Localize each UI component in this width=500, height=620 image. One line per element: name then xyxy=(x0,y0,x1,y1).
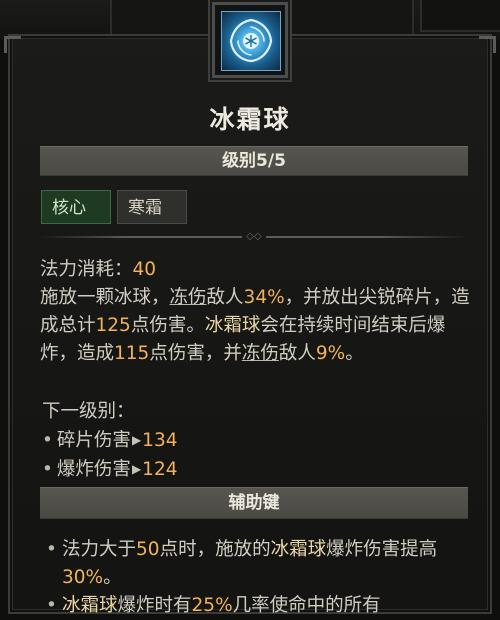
mod-value: 25% xyxy=(191,595,233,616)
desc-value: 125 xyxy=(95,315,131,336)
stat-value: 134 xyxy=(142,430,178,451)
mana-cost-label: 法力消耗： xyxy=(40,259,133,280)
skill-reference: 冰霜球 xyxy=(62,595,118,616)
bullet-icon: • xyxy=(42,459,53,480)
keyword-frostbite[interactable]: 冻伤 xyxy=(170,287,207,308)
skill-reference: 冰霜球 xyxy=(270,539,327,560)
mod-text: 爆炸时有 xyxy=(117,595,192,616)
mod-text: 点时，施放的 xyxy=(159,539,271,560)
stat-name: 爆炸伤害 xyxy=(56,459,131,480)
desc-text: 敌人 xyxy=(206,287,244,308)
skill-title: 冰霜球 xyxy=(209,105,291,134)
tag-frost: 寒霜 xyxy=(117,190,187,224)
desc-text: 点伤害，并 xyxy=(149,343,242,364)
mod-text: 。 xyxy=(103,567,122,588)
background-pane xyxy=(420,0,500,32)
panel-corner-ornament xyxy=(4,36,21,53)
desc-text: 点伤害。 xyxy=(130,315,205,336)
mana-cost-value: 40 xyxy=(132,259,157,280)
desc-value: 34% xyxy=(243,287,285,308)
mod-value: 30% xyxy=(62,567,104,588)
modifier-header-bar: 辅助键 xyxy=(40,487,468,519)
desc-text: 敌人 xyxy=(278,343,316,364)
panel-corner-ornament xyxy=(479,36,496,53)
arrow-right-icon: ▶ xyxy=(131,433,142,447)
tag-core: 核心 xyxy=(41,190,111,224)
stat-name: 碎片伤害 xyxy=(56,430,131,451)
mana-cost: 法力消耗：40 xyxy=(40,256,476,284)
divider-ornament-icon: ◇◇ xyxy=(242,232,266,242)
desc-text: 。 xyxy=(345,343,364,364)
bullet-icon: • xyxy=(42,430,53,451)
mod-text: 法力大于 xyxy=(62,539,137,560)
desc-value: 9% xyxy=(315,343,346,364)
keyword-frostbite[interactable]: 冻伤 xyxy=(242,343,279,364)
desc-text: 施放一颗冰球， xyxy=(40,287,170,308)
next-level-label: 下一级别： xyxy=(42,401,135,422)
modifier-list: 法力大于50点时，施放的冰霜球爆炸伤害提高30%。 冰霜球爆炸时有25%几率使命… xyxy=(40,536,476,620)
next-level-section: 下一级别： • 碎片伤害▶134 • 爆炸伤害▶124 xyxy=(40,398,476,484)
next-level-row: • 碎片伤害▶134 xyxy=(40,426,476,455)
frost-orb-skill-icon xyxy=(221,11,281,71)
mod-text: 几率使命中的所有 xyxy=(232,595,381,616)
modifier-item: 法力大于50点时，施放的冰霜球爆炸伤害提高 30%。 xyxy=(40,536,476,592)
next-level-row: • 爆炸伤害▶124 xyxy=(40,455,476,484)
skill-icon-frame xyxy=(212,2,288,78)
mod-text: 爆炸伤害提高 xyxy=(326,539,438,560)
desc-value: 115 xyxy=(114,343,150,364)
modifier-item: 冰霜球爆炸时有25%几率使命中的所有 xyxy=(40,592,476,620)
skill-level-bar: 级别5/5 xyxy=(40,146,468,176)
skill-reference: 冰霜球 xyxy=(204,315,261,336)
skill-description: 施放一颗冰球，冻伤敌人34%，并放出尖锐碎片，造成总计125点伤害。冰霜球会在持… xyxy=(40,284,476,368)
arrow-right-icon: ▶ xyxy=(131,462,142,476)
section-divider: ◇◇ xyxy=(40,232,468,242)
mod-value: 50 xyxy=(136,539,160,560)
stat-value: 124 xyxy=(142,459,178,480)
